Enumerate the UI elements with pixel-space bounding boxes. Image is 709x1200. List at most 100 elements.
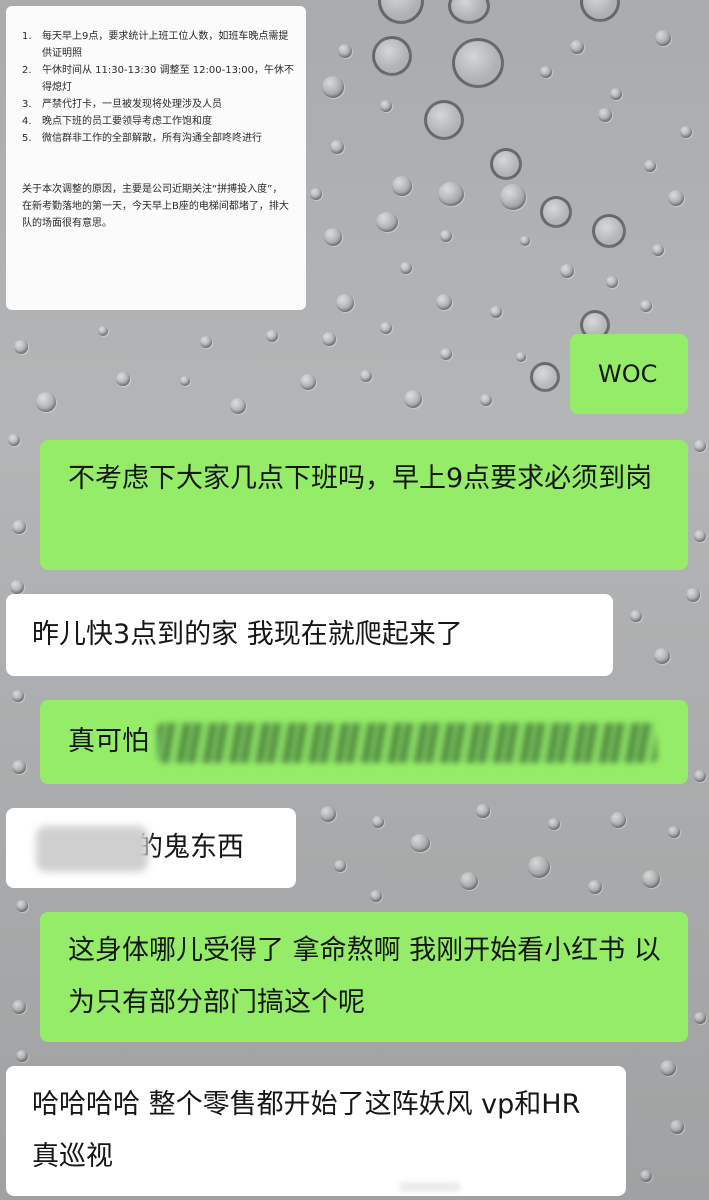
notice-item-text: 晚点下班的员工要领导考虑工作饱和度 bbox=[42, 116, 212, 127]
message-text: 这身体哪儿受得了 拿命熬啊 我刚开始看小红书 以为只有部分部门搞这个呢 bbox=[68, 935, 661, 1018]
raindrop bbox=[376, 212, 398, 232]
raindrop bbox=[640, 300, 652, 312]
raindrop bbox=[320, 806, 336, 822]
raindrop bbox=[116, 372, 130, 386]
notice-item: 4. 晚点下班的员工要领导考虑工作饱和度 bbox=[22, 113, 296, 130]
raindrop bbox=[180, 376, 190, 386]
notice-item: 1. 每天早上9点，要求统计上班工位人数，如班车晚点需提供证明照 bbox=[22, 28, 296, 62]
raindrop bbox=[372, 36, 412, 76]
received-message-bubble[interactable]: 的鬼东西 bbox=[6, 808, 296, 888]
raindrop bbox=[410, 834, 430, 852]
raindrop bbox=[560, 264, 574, 278]
sent-message-bubble[interactable]: 真可怕 bbox=[40, 700, 688, 784]
raindrop bbox=[12, 760, 26, 774]
watermark bbox=[400, 1182, 460, 1192]
raindrop bbox=[16, 900, 28, 912]
raindrop bbox=[480, 394, 492, 406]
raindrop bbox=[598, 108, 612, 122]
raindrop bbox=[655, 30, 671, 46]
raindrop bbox=[14, 340, 28, 354]
raindrop bbox=[438, 182, 464, 206]
raindrop bbox=[266, 330, 278, 342]
raindrop bbox=[424, 100, 464, 140]
raindrop bbox=[338, 44, 352, 58]
raindrop bbox=[606, 276, 618, 288]
raindrop bbox=[300, 374, 316, 390]
raindrop bbox=[670, 1120, 684, 1134]
notice-paragraph: 关于本次调整的原因，主要是公司近期关注“拼搏投入度”，在新考勤落地的第一天，今天… bbox=[22, 184, 289, 229]
message-text: 真可怕 bbox=[68, 726, 149, 757]
raindrop bbox=[630, 610, 642, 622]
raindrop bbox=[642, 870, 660, 888]
raindrop bbox=[36, 392, 56, 412]
raindrop bbox=[540, 66, 552, 78]
raindrop bbox=[476, 804, 490, 818]
sent-message-bubble[interactable]: WOC bbox=[570, 334, 688, 414]
message-text: 昨儿快3点到的家 我现在就爬起来了 bbox=[32, 619, 463, 650]
raindrop bbox=[686, 588, 700, 602]
raindrop bbox=[500, 184, 526, 210]
message-text: 哈哈哈哈 整个零售都开始了这阵妖风 vp和HR真巡视 bbox=[32, 1089, 581, 1172]
raindrop bbox=[548, 818, 560, 830]
sent-message-bubble[interactable]: 这身体哪儿受得了 拿命熬啊 我刚开始看小红书 以为只有部分部门搞这个呢 bbox=[40, 912, 688, 1042]
raindrop bbox=[654, 648, 670, 664]
raindrop bbox=[694, 770, 706, 782]
raindrop bbox=[694, 1012, 706, 1024]
raindrop bbox=[644, 160, 656, 172]
notice-item: 3. 严禁代打卡，一旦被发现将处理涉及人员 bbox=[22, 96, 296, 113]
raindrop bbox=[570, 40, 584, 54]
notice-item-text: 微信群非工作的全部解散，所有沟通全部咚咚进行 bbox=[42, 133, 262, 144]
sent-message-bubble[interactable]: 不考虑下大家几点下班吗，早上9点要求必须到岗 bbox=[40, 440, 688, 570]
notice-image-card[interactable]: 1. 每天早上9点，要求统计上班工位人数，如班车晚点需提供证明照 2. 午休时间从 … bbox=[6, 6, 306, 310]
raindrop bbox=[528, 856, 550, 878]
raindrop bbox=[588, 880, 602, 894]
raindrop bbox=[334, 860, 346, 872]
raindrop bbox=[392, 176, 412, 196]
notice-item-text: 每天早上9点，要求统计上班工位人数，如班车晚点需提供证明照 bbox=[42, 31, 289, 59]
notice-item-text: 严禁代打卡，一旦被发现将处理涉及人员 bbox=[42, 99, 222, 110]
received-message-bubble[interactable]: 哈哈哈哈 整个零售都开始了这阵妖风 vp和HR真巡视 bbox=[6, 1066, 626, 1196]
message-text: WOC bbox=[598, 360, 658, 388]
raindrop bbox=[530, 362, 560, 392]
raindrop bbox=[440, 348, 452, 360]
raindrop bbox=[652, 244, 664, 256]
raindrop bbox=[322, 76, 344, 98]
message-text: 不考虑下大家几点下班吗，早上9点要求必须到岗 bbox=[68, 463, 653, 494]
raindrop bbox=[380, 100, 392, 112]
raindrop bbox=[10, 580, 24, 594]
notice-item-text: 午休时间从 11:30-13:30 调整至 12:00-13:00，午休不得熄灯 bbox=[42, 65, 295, 93]
raindrop bbox=[378, 0, 424, 24]
raindrop bbox=[448, 0, 490, 24]
redacted-text-blur bbox=[157, 722, 657, 763]
raindrop bbox=[310, 188, 322, 200]
raindrop bbox=[324, 228, 342, 246]
raindrop bbox=[660, 1060, 676, 1076]
raindrop bbox=[490, 148, 522, 180]
raindrop bbox=[436, 294, 452, 310]
raindrop bbox=[404, 390, 422, 408]
raindrop bbox=[12, 1000, 26, 1014]
redacted-text-blur bbox=[36, 826, 148, 872]
raindrop bbox=[610, 88, 622, 100]
raindrop bbox=[336, 294, 354, 312]
raindrop bbox=[330, 140, 344, 154]
notice-list: 1. 每天早上9点，要求统计上班工位人数，如班车晚点需提供证明照 2. 午休时间从 … bbox=[22, 28, 296, 147]
received-message-bubble[interactable]: 昨儿快3点到的家 我现在就爬起来了 bbox=[6, 594, 613, 676]
raindrop bbox=[380, 322, 392, 334]
raindrop bbox=[694, 530, 706, 542]
raindrop bbox=[640, 1170, 652, 1182]
raindrop bbox=[372, 816, 384, 828]
raindrop bbox=[668, 826, 680, 838]
raindrop bbox=[592, 214, 626, 248]
notice-item: 2. 午休时间从 11:30-13:30 调整至 12:00-13:00，午休不得… bbox=[22, 62, 296, 96]
raindrop bbox=[460, 872, 478, 890]
raindrop bbox=[668, 190, 684, 206]
raindrop bbox=[200, 336, 212, 348]
raindrop bbox=[540, 196, 572, 228]
chat-screenshot: { "notice": { "items": [ {"num": "1.", "… bbox=[0, 0, 709, 1200]
raindrop bbox=[694, 440, 706, 452]
raindrop bbox=[610, 812, 626, 828]
raindrop bbox=[98, 326, 108, 336]
raindrop bbox=[440, 230, 452, 242]
raindrop bbox=[8, 434, 20, 446]
